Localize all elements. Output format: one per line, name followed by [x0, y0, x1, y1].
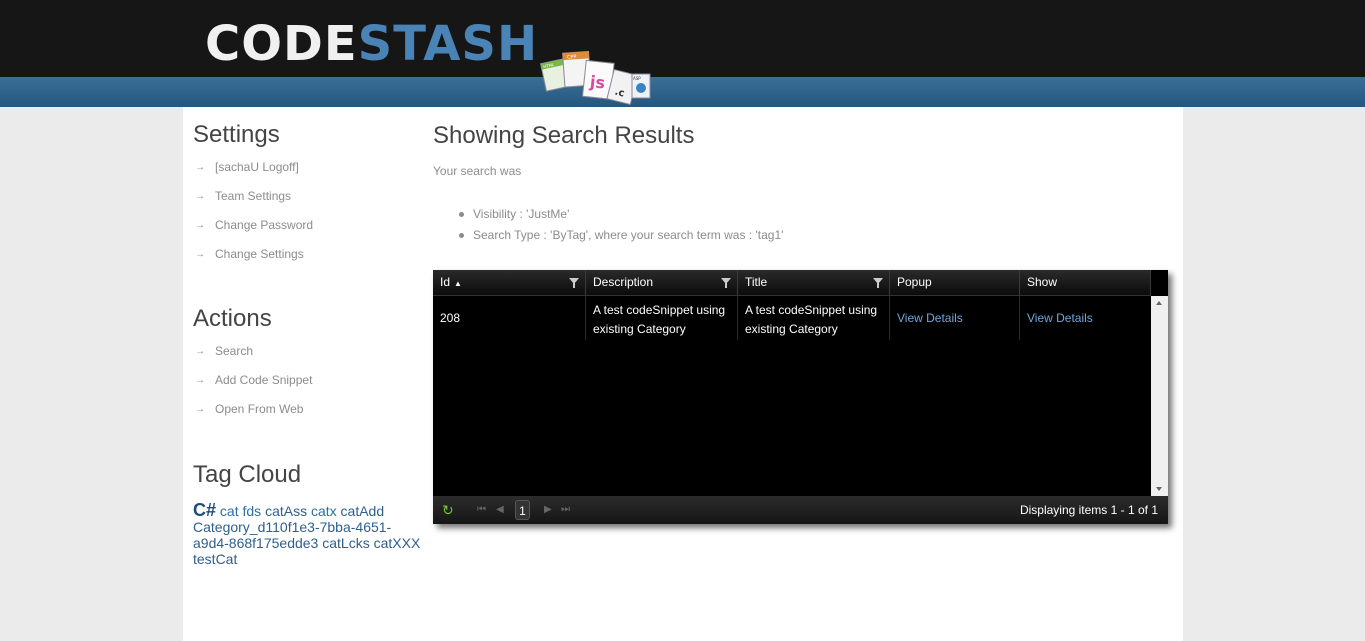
- sidebar-item-label: Team Settings: [215, 189, 292, 203]
- column-header-description[interactable]: Description: [586, 270, 738, 295]
- code-files-icon: HTML CPP js .c ASP: [540, 50, 651, 106]
- sidebar-item-search[interactable]: → Search: [193, 337, 428, 366]
- column-header-popup[interactable]: Popup: [890, 270, 1020, 295]
- page-title: Showing Search Results: [433, 122, 695, 149]
- tag-link[interactable]: C#: [193, 500, 216, 520]
- tag-link[interactable]: testCat: [193, 551, 237, 567]
- settings-heading: Settings: [193, 121, 280, 148]
- cell-description: A test codeSnippet using existing Catego…: [586, 296, 738, 340]
- search-criteria-list: Visibility : 'JustMe' Search Type : 'ByT…: [453, 204, 783, 246]
- logo-code-text: CODE: [205, 16, 358, 72]
- last-page-icon[interactable]: ⏭: [561, 496, 570, 524]
- tag-link[interactable]: catx: [311, 503, 337, 519]
- view-details-popup-link[interactable]: View Details: [897, 311, 963, 325]
- current-page-number[interactable]: 1: [515, 500, 530, 520]
- arrow-right-icon: →: [195, 346, 205, 357]
- grid-scrollbar[interactable]: [1151, 296, 1168, 496]
- tag-link[interactable]: catLcks: [322, 535, 369, 551]
- sidebar-item-open-from-web[interactable]: → Open From Web: [193, 395, 428, 424]
- sidebar-item-label: Search: [215, 344, 254, 358]
- scroll-up-icon[interactable]: [1156, 301, 1162, 305]
- previous-page-icon[interactable]: ◀: [496, 496, 504, 524]
- logo-stash-text: STASH: [357, 16, 539, 72]
- grid-pager: ↻ ⏮ ◀ 1 ▶ ⏭ Displaying items 1 - 1 of 1: [433, 496, 1168, 524]
- actions-heading: Actions: [193, 305, 272, 332]
- tag-link[interactable]: catAdd: [341, 503, 385, 519]
- arrow-right-icon: →: [195, 191, 205, 202]
- next-page-icon[interactable]: ▶: [544, 496, 552, 524]
- sidebar-item-change-password[interactable]: → Change Password: [193, 211, 428, 240]
- sidebar-item-label: [sachaU Logoff]: [215, 160, 299, 174]
- sort-ascending-icon: ▲: [454, 279, 462, 288]
- search-criteria-item: Search Type : 'ByTag', where your search…: [453, 225, 783, 246]
- cell-show: View Details: [1020, 296, 1151, 340]
- arrow-right-icon: →: [195, 375, 205, 386]
- column-header-label: Popup: [897, 275, 932, 289]
- first-page-icon[interactable]: ⏮: [477, 496, 486, 524]
- search-summary-label: Your search was: [433, 164, 522, 178]
- site-logo[interactable]: CODESTASH: [205, 16, 538, 72]
- tag-cloud: C# cat fds catAss catx catAdd Category_d…: [193, 500, 425, 567]
- column-header-label: Id: [440, 275, 451, 289]
- column-header-id[interactable]: Id ▲: [433, 270, 586, 295]
- actions-menu: → Search → Add Code Snippet → Open From Web: [193, 337, 428, 424]
- sidebar-item-add-code-snippet[interactable]: → Add Code Snippet: [193, 366, 428, 395]
- logo-art-js-label: js: [588, 72, 606, 93]
- filter-icon[interactable]: [873, 278, 883, 288]
- arrow-right-icon: →: [195, 249, 205, 260]
- table-row[interactable]: 208 A test codeSnippet using existing Ca…: [433, 296, 1151, 340]
- page-content: Settings → [sachaU Logoff] → Team Settings…: [183, 107, 1183, 641]
- results-grid: Id ▲ Description Title Popup Show 208 A t…: [433, 270, 1168, 524]
- sidebar-item-label: Open From Web: [215, 402, 304, 416]
- pager-status-text: Displaying items 1 - 1 of 1: [1019, 503, 1158, 517]
- column-header-label: Title: [745, 275, 768, 289]
- cell-popup: View Details: [890, 296, 1020, 340]
- sidebar-item-logoff[interactable]: → [sachaU Logoff]: [193, 153, 428, 182]
- column-header-show[interactable]: Show: [1020, 270, 1151, 295]
- tag-cloud-heading: Tag Cloud: [193, 461, 302, 488]
- tag-link[interactable]: catAss: [265, 503, 307, 519]
- search-criteria-item: Visibility : 'JustMe': [453, 204, 783, 225]
- refresh-icon[interactable]: ↻: [442, 503, 456, 517]
- sidebar-item-label: Change Password: [215, 218, 314, 232]
- cell-id: 208: [433, 296, 586, 340]
- arrow-right-icon: →: [195, 162, 205, 173]
- sidebar-item-change-settings[interactable]: → Change Settings: [193, 240, 428, 269]
- view-details-show-link[interactable]: View Details: [1027, 311, 1093, 325]
- cell-title: A test codeSnippet using existing Catego…: [738, 296, 890, 340]
- tag-link[interactable]: fds: [242, 503, 261, 519]
- column-header-label: Show: [1027, 275, 1058, 289]
- settings-menu: → [sachaU Logoff] → Team Settings → Change …: [193, 153, 428, 269]
- column-header-title[interactable]: Title: [738, 270, 890, 295]
- sidebar-item-team-settings[interactable]: → Team Settings: [193, 182, 428, 211]
- sidebar-item-label: Change Settings: [215, 247, 304, 261]
- logo-art-cpp-label: CPP: [567, 54, 577, 61]
- grid-header: Id ▲ Description Title Popup Show: [433, 270, 1151, 296]
- scroll-down-icon[interactable]: [1156, 487, 1162, 491]
- tag-link[interactable]: catXXX: [374, 535, 421, 551]
- sidebar: Settings → [sachaU Logoff] → Team Settings…: [193, 107, 428, 567]
- filter-icon[interactable]: [569, 278, 579, 288]
- header-accent-bar: [0, 77, 1365, 107]
- filter-icon[interactable]: [721, 278, 731, 288]
- logo-art-asp-label: ASP: [633, 76, 641, 81]
- column-header-label: Description: [593, 275, 654, 289]
- tag-link[interactable]: cat: [220, 503, 239, 519]
- sidebar-item-label: Add Code Snippet: [215, 373, 313, 387]
- arrow-right-icon: →: [195, 404, 205, 415]
- arrow-right-icon: →: [195, 220, 205, 231]
